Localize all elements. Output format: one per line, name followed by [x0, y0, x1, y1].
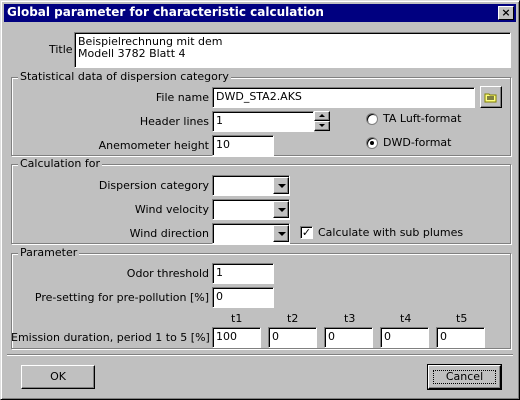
chevron-down-icon: [278, 208, 286, 212]
chevron-up-icon: [319, 114, 325, 117]
title-label: Title: [49, 43, 73, 56]
close-icon[interactable]: ×: [498, 6, 514, 20]
sub-plumes-label: Calculate with sub plumes: [318, 226, 464, 239]
period-header-t1: t1: [231, 312, 243, 325]
title-line-2: Modell 3782 Blatt 4: [78, 47, 186, 60]
period-header-t5: t5: [456, 312, 468, 325]
cancel-button[interactable]: Cancel: [427, 364, 502, 390]
header-lines-input[interactable]: 1: [212, 111, 314, 132]
period-header-t3: t3: [344, 312, 356, 325]
spin-up-button[interactable]: [314, 111, 330, 121]
folder-icon: [484, 93, 497, 103]
browse-button[interactable]: [480, 86, 502, 108]
radio-ta-luft[interactable]: [366, 113, 378, 125]
title-textarea[interactable]: Beispielrechnung mit dem Modell 3782 Bla…: [74, 32, 511, 68]
wind-velocity-dropdown[interactable]: [273, 201, 289, 218]
dispersion-category-label: Dispersion category: [98, 179, 209, 192]
emission-t2-input[interactable]: 0: [268, 327, 317, 348]
focus-rectangle: [433, 370, 496, 384]
period-header-t4: t4: [400, 312, 412, 325]
emission-t3-input[interactable]: 0: [324, 327, 373, 348]
anemometer-height-label: Anemometer height: [98, 139, 209, 152]
odor-threshold-label: Odor threshold: [126, 267, 209, 280]
sub-plumes-checkbox[interactable]: ✓: [300, 226, 313, 239]
chevron-down-icon: [278, 232, 286, 236]
emission-t5-input[interactable]: 0: [436, 327, 485, 348]
wind-direction-label: Wind direction: [129, 227, 209, 240]
pre-pollution-label: Pre-setting for pre-pollution [%]: [34, 291, 209, 304]
parameter-group-title: Parameter: [18, 246, 80, 259]
file-name-label: File name: [155, 91, 209, 104]
divider: [7, 354, 513, 356]
emission-duration-label: Emission duration, period 1 to 5 [%]: [11, 331, 210, 344]
anemometer-height-input[interactable]: 10: [212, 135, 274, 156]
calculation-for-group-title: Calculation for: [18, 157, 102, 170]
odor-threshold-input[interactable]: 1: [212, 263, 274, 284]
ok-button[interactable]: OK: [21, 365, 95, 389]
wind-direction-dropdown[interactable]: [273, 225, 289, 242]
emission-t4-input[interactable]: 0: [380, 327, 429, 348]
statistical-data-group-title: Statistical data of dispersion category: [18, 70, 231, 83]
radio-dwd-label: DWD-format: [383, 136, 452, 149]
file-name-input[interactable]: DWD_STA2.AKS: [212, 87, 475, 108]
emission-t1-input[interactable]: 100: [212, 327, 261, 348]
radio-dwd[interactable]: [366, 137, 378, 149]
spin-down-button[interactable]: [314, 121, 330, 131]
chevron-down-icon: [319, 124, 325, 127]
radio-ta-luft-label: TA Luft-format: [383, 112, 462, 125]
title-bar[interactable]: Global parameter for characteristic calc…: [4, 4, 516, 22]
wind-velocity-label: Wind velocity: [134, 203, 209, 216]
radio-selected-dot: [370, 141, 374, 145]
window-title: Global parameter for characteristic calc…: [7, 5, 324, 19]
header-lines-label: Header lines: [139, 115, 209, 128]
dialog-window: Global parameter for characteristic calc…: [0, 0, 520, 400]
dispersion-category-dropdown[interactable]: [273, 177, 289, 194]
period-header-t2: t2: [287, 312, 299, 325]
pre-pollution-input[interactable]: 0: [212, 287, 274, 308]
chevron-down-icon: [278, 184, 286, 188]
